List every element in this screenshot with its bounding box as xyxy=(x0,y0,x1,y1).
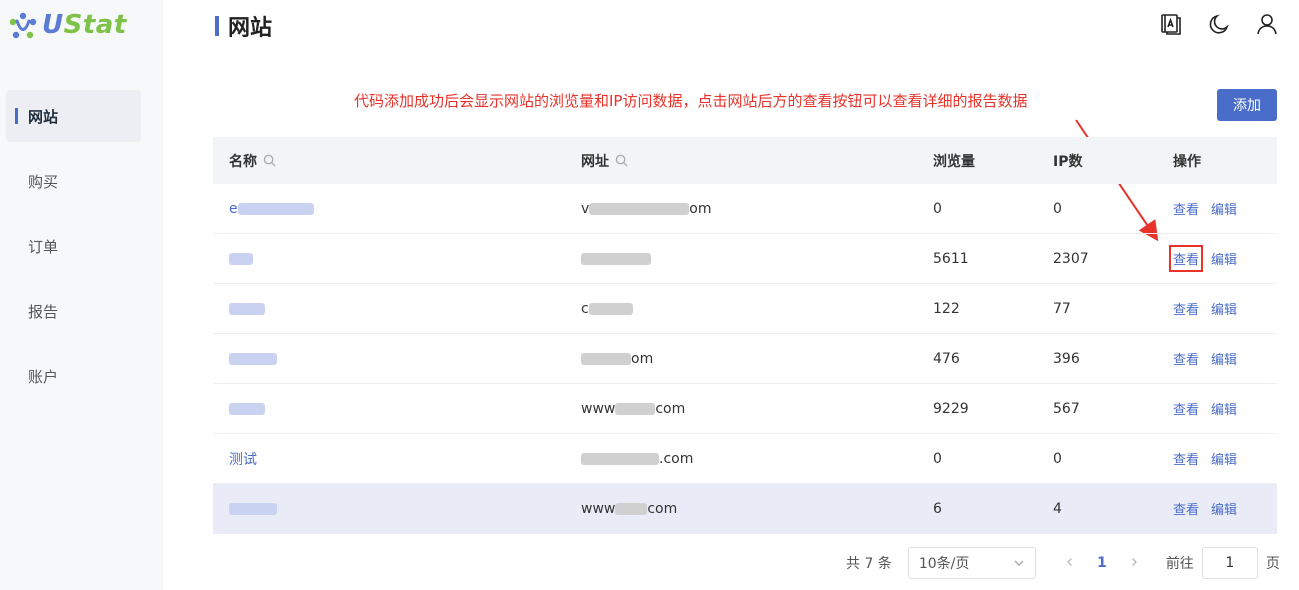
sidebar-item-account[interactable]: 账户 xyxy=(6,350,141,402)
total-count: 共 7 条 xyxy=(846,556,892,572)
ip-value: 567 xyxy=(1053,400,1080,417)
logo[interactable]: UStat xyxy=(6,8,127,42)
column-header-views: 浏览量 xyxy=(933,153,975,170)
title-accent-bar xyxy=(215,16,219,36)
annotation-text: 代码添加成功后会显示网站的浏览量和IP访问数据，点击网站后方的查看按钮可以查看详… xyxy=(354,92,1028,110)
views-value: 0 xyxy=(933,450,942,467)
site-url xyxy=(565,252,917,265)
next-page-button[interactable] xyxy=(1122,555,1146,571)
header-actions xyxy=(1159,12,1279,36)
site-name[interactable] xyxy=(213,302,565,315)
site-url: www com xyxy=(581,400,686,417)
sidebar-item-orders[interactable]: 订单 xyxy=(6,220,141,272)
page-number-current[interactable]: 1 xyxy=(1090,555,1114,571)
page-title: 网站 xyxy=(215,11,272,41)
search-icon[interactable] xyxy=(263,154,276,167)
views-value: 122 xyxy=(933,300,960,317)
add-website-button[interactable]: 添加 xyxy=(1217,89,1277,121)
user-icon[interactable] xyxy=(1255,12,1279,36)
site-name[interactable] xyxy=(213,502,565,515)
chevron-left-icon xyxy=(1066,558,1072,566)
site-name[interactable]: 测试 xyxy=(213,449,565,469)
table-row: e v om 0 0 查看 编辑 xyxy=(213,184,1277,234)
column-header-name: 名称 xyxy=(213,151,565,171)
views-value: 6 xyxy=(933,500,942,517)
table-row: c 122 77 查看 编辑 xyxy=(213,284,1277,334)
table-header: 名称 网址 浏览量 IP数 操作 xyxy=(213,137,1277,184)
chevron-right-icon xyxy=(1131,558,1137,566)
view-button[interactable]: 查看 xyxy=(1173,349,1199,368)
view-button[interactable]: 查看 xyxy=(1173,399,1199,418)
views-value: 0 xyxy=(933,200,942,217)
views-value: 5611 xyxy=(933,250,969,267)
column-header-ip: IP数 xyxy=(1053,153,1083,170)
site-url: c xyxy=(565,301,917,317)
ip-value: 0 xyxy=(1053,450,1062,467)
view-button[interactable]: 查看 xyxy=(1173,449,1199,468)
site-url: www com xyxy=(581,500,678,517)
site-name[interactable] xyxy=(213,252,565,265)
page-unit-label: 页 xyxy=(1265,556,1280,572)
table-row: om 476 396 查看 编辑 xyxy=(213,334,1277,384)
edit-button[interactable]: 编辑 xyxy=(1211,249,1237,268)
site-url: om xyxy=(565,351,917,367)
table-row: www com 6 4 查看 编辑 xyxy=(213,484,1277,534)
site-name[interactable] xyxy=(213,352,565,365)
view-button[interactable]: 查看 xyxy=(1173,499,1199,518)
page-size-value: 10条/页 xyxy=(918,556,970,572)
moon-icon[interactable] xyxy=(1207,12,1231,36)
prev-page-button[interactable] xyxy=(1058,555,1082,571)
edit-button[interactable]: 编辑 xyxy=(1211,449,1237,468)
views-value: 9229 xyxy=(933,400,969,417)
table-row: 测试 .com 0 0 查看 编辑 xyxy=(213,434,1277,484)
view-button[interactable]: 查看 xyxy=(1168,245,1204,272)
goto-label: 前往 xyxy=(1165,556,1194,572)
edit-button[interactable]: 编辑 xyxy=(1211,499,1237,518)
site-url: v om xyxy=(581,200,712,217)
ip-value: 77 xyxy=(1053,300,1071,317)
sidebar-item-purchase[interactable]: 购买 xyxy=(6,155,141,207)
table-row: 5611 2307 查看 编辑 xyxy=(213,234,1277,284)
sidebar-nav: 网站 购买 订单 报告 账户 xyxy=(6,90,141,415)
site-url: .com xyxy=(565,451,917,467)
column-header-url: 网址 xyxy=(565,151,917,171)
translate-icon[interactable] xyxy=(1159,12,1183,36)
table-row: www com 9229 567 查看 编辑 xyxy=(213,384,1277,434)
edit-button[interactable]: 编辑 xyxy=(1211,399,1237,418)
ip-value: 2307 xyxy=(1053,250,1089,267)
pagination: 共 7 条 10条/页 1 前往 页 xyxy=(846,547,1280,579)
ip-value: 396 xyxy=(1053,350,1080,367)
column-header-actions: 操作 xyxy=(1173,153,1201,170)
views-value: 476 xyxy=(933,350,960,367)
ip-value: 4 xyxy=(1053,500,1062,517)
ip-value: 0 xyxy=(1053,200,1062,217)
chevron-down-icon xyxy=(1014,560,1024,566)
view-button[interactable]: 查看 xyxy=(1173,199,1199,218)
view-button[interactable]: 查看 xyxy=(1173,299,1199,318)
page-size-select[interactable]: 10条/页 xyxy=(907,547,1036,579)
logo-text: UStat xyxy=(42,10,127,40)
site-name[interactable] xyxy=(213,402,565,415)
websites-table: 名称 网址 浏览量 IP数 操作 e v om 0 0 查看 编辑 5611 230… xyxy=(213,137,1277,534)
sidebar-item-websites[interactable]: 网站 xyxy=(6,90,141,142)
edit-button[interactable]: 编辑 xyxy=(1211,349,1237,368)
edit-button[interactable]: 编辑 xyxy=(1211,199,1237,218)
goto-page-input[interactable] xyxy=(1201,547,1258,579)
edit-button[interactable]: 编辑 xyxy=(1211,299,1237,318)
sidebar-item-reports[interactable]: 报告 xyxy=(6,285,141,337)
site-name[interactable]: e xyxy=(213,201,565,217)
logo-icon xyxy=(9,12,37,39)
search-icon[interactable] xyxy=(615,154,628,167)
page-title-text: 网站 xyxy=(228,16,273,41)
sidebar: UStat 网站 购买 订单 报告 账户 xyxy=(0,0,163,590)
